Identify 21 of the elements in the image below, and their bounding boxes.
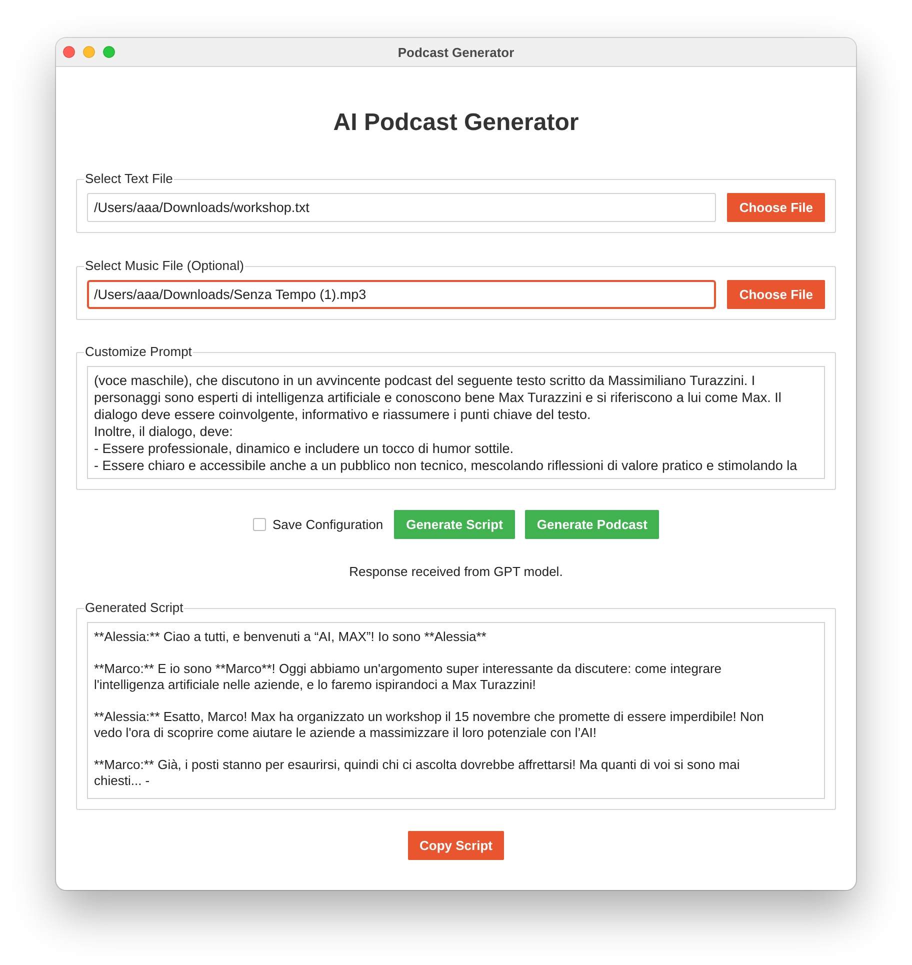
generate-button[interactable]: Generate Script — [394, 510, 515, 539]
choose-file-button[interactable]: Choose File — [727, 280, 825, 309]
group-legend: Customize Prompt — [84, 344, 193, 360]
group-legend: Generated Script — [84, 600, 184, 616]
group-legend: Select Text File — [84, 171, 174, 187]
choose-file-button[interactable]: Choose File — [727, 193, 825, 222]
minimize-window-icon[interactable] — [83, 46, 95, 58]
save-configuration-checkbox[interactable] — [252, 518, 266, 531]
page-heading: AI Podcast Generator — [333, 108, 579, 138]
window-title: Podcast Generator — [398, 44, 514, 60]
script-textarea[interactable]: **Alessia:** Ciao a tutti, e benvenuti a “AI, MAX”! Io sono **Alessia** **Marco:** E io sono **Marco**! Oggi abbiamo un'argomento super interessante da discutere: come integrare l'intelligenza artificiale nelle aziende, e lo faremo ispirandoci a Max Turazzini! **Alessia:** Esatto, Marco! Max ha organizzato un workshop il 15 novembre che promette di essere imperdibile! Non vedo l'ora di scoprire come aiutare le aziende a massimizzare il loro potenziale con l’AI! **Marco:** Già, i posti stanno per esaurirsi, quindi chi ci ascolta dovrebbe affrettarsi! Ma quanti di voi si sono mai chiesti... - — [87, 622, 825, 799]
group-legend: Select Music File (Optional) — [84, 258, 245, 274]
checkbox-label: Save Configuration — [272, 517, 384, 532]
status-message: Response received from GPT model. — [349, 564, 563, 580]
file-path-field[interactable]: /Users/aaa/Downloads/Senza Tempo (1).mp3 — [87, 280, 716, 309]
generate-button[interactable]: Generate Podcast — [524, 510, 660, 539]
zoom-window-icon[interactable] — [103, 46, 115, 58]
file-path-field[interactable]: /Users/aaa/Downloads/workshop.txt — [87, 193, 716, 222]
close-window-icon[interactable] — [63, 46, 75, 58]
copy-script-button[interactable]: Copy Script — [408, 831, 504, 860]
prompt-textarea[interactable]: (voce maschile), che discutono in un avvincente podcast del seguente testo scritto da Massimiliano Turazzini. I personaggi sono esperti di intelligenza artificiale e conoscono bene Max Turazzini e si riferiscono a lui come Max. Il dialogo deve essere coinvolgente, informativo e riassumere i punti chiave del testo. Inoltre, il dialogo, deve: - Essere professionale, dinamico e includere un tocco di humor sottile. - Essere chiaro e accessibile anche a un pubblico non tecnico, mescolando riflessioni di valore pratico e stimolando la — [87, 366, 825, 479]
